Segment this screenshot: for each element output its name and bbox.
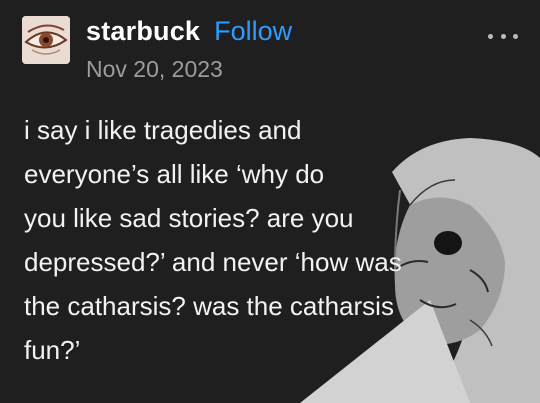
post-body-line: i say i like tragedies and (24, 115, 302, 145)
follow-button[interactable]: Follow (214, 16, 292, 47)
dot (500, 33, 506, 39)
post-card: starbuck Follow Nov 20, 2023 i say i lik… (0, 0, 540, 403)
post-body: i say i like tragedies and everyone’s al… (24, 108, 524, 372)
eye-drawing-icon (22, 16, 70, 64)
dot (488, 33, 493, 39)
post-body-line: you like sad stories? are you (24, 203, 354, 233)
post-header: starbuck Follow (86, 16, 292, 50)
post-body-line: fun?’ (24, 335, 81, 365)
more-options-icon[interactable] (488, 30, 518, 42)
post-body-line: everyone’s all like ‘why do (24, 159, 325, 189)
avatar[interactable] (22, 16, 70, 64)
dot (513, 33, 518, 39)
username[interactable]: starbuck (86, 16, 200, 47)
post-date: Nov 20, 2023 (86, 56, 223, 82)
post-body-line: the catharsis? was the catharsis (24, 291, 394, 321)
post-body-line: depressed?’ and never ‘how was (24, 247, 402, 277)
